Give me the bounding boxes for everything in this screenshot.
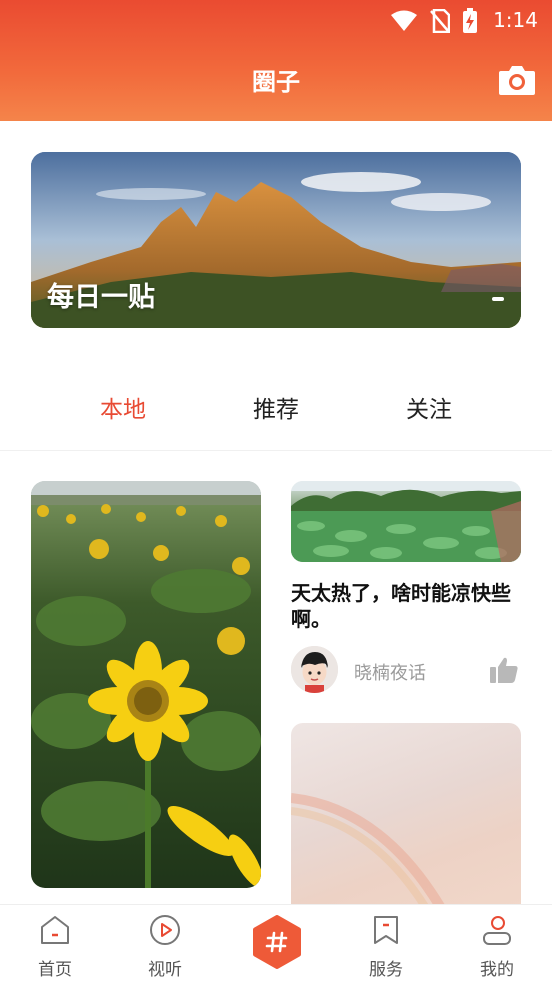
- feed-card-image[interactable]: [31, 481, 261, 888]
- status-icons: [390, 8, 478, 38]
- user-icon: [483, 916, 511, 945]
- feed-card-image-2[interactable]: [291, 723, 521, 908]
- author-name[interactable]: 晓楠夜话: [354, 659, 426, 685]
- lotus-pond-image: [291, 481, 521, 562]
- feed-card-thumbnail[interactable]: [291, 481, 521, 562]
- no-sim-icon: [430, 8, 451, 37]
- hashtag-icon: [253, 915, 301, 969]
- nav-media-label: 视听: [148, 960, 182, 980]
- wifi-icon: [390, 10, 418, 36]
- rainbow-image: [291, 793, 446, 908]
- nav-media[interactable]: 视听: [110, 905, 220, 981]
- tab-divider: [0, 450, 552, 451]
- nav-service-label: 服务: [369, 960, 403, 980]
- app-header: 1:14 圈子: [0, 0, 552, 121]
- sunflower-image: [31, 481, 261, 888]
- nav-circle-button[interactable]: [250, 915, 304, 969]
- page-title: 圈子: [252, 68, 300, 96]
- nav-home-label: 首页: [38, 960, 72, 980]
- feed-tabs: 本地 推荐 关注: [0, 390, 552, 446]
- battery-charging-icon: [462, 8, 478, 38]
- home-icon: [41, 916, 69, 944]
- avatar-image: [291, 646, 338, 693]
- avatar[interactable]: [291, 646, 338, 693]
- play-icon: [150, 915, 180, 945]
- tab-following[interactable]: 关注: [379, 390, 479, 424]
- status-time: 1:14: [493, 8, 538, 32]
- nav-service[interactable]: 服务: [331, 905, 441, 981]
- bookmark-icon: [374, 916, 398, 944]
- tab-local[interactable]: 本地: [73, 390, 173, 424]
- daily-post-banner[interactable]: 每日一贴: [31, 152, 521, 328]
- camera-button[interactable]: [498, 64, 536, 96]
- camera-icon: [499, 66, 535, 95]
- thumbs-up-icon: [490, 657, 518, 683]
- nav-profile-label: 我的: [480, 960, 514, 980]
- feed-card-title[interactable]: 天太热了，啥时能凉快些啊。: [291, 580, 521, 632]
- nav-profile[interactable]: 我的: [442, 905, 552, 981]
- feed-card-author: 晓楠夜话: [291, 646, 521, 694]
- banner-title: 每日一贴: [47, 282, 155, 313]
- tab-recommended[interactable]: 推荐: [226, 390, 326, 424]
- carousel-indicator: [492, 297, 504, 301]
- status-bar: 1:14: [0, 0, 552, 40]
- nav-home[interactable]: 首页: [0, 905, 110, 981]
- like-button[interactable]: [489, 656, 519, 684]
